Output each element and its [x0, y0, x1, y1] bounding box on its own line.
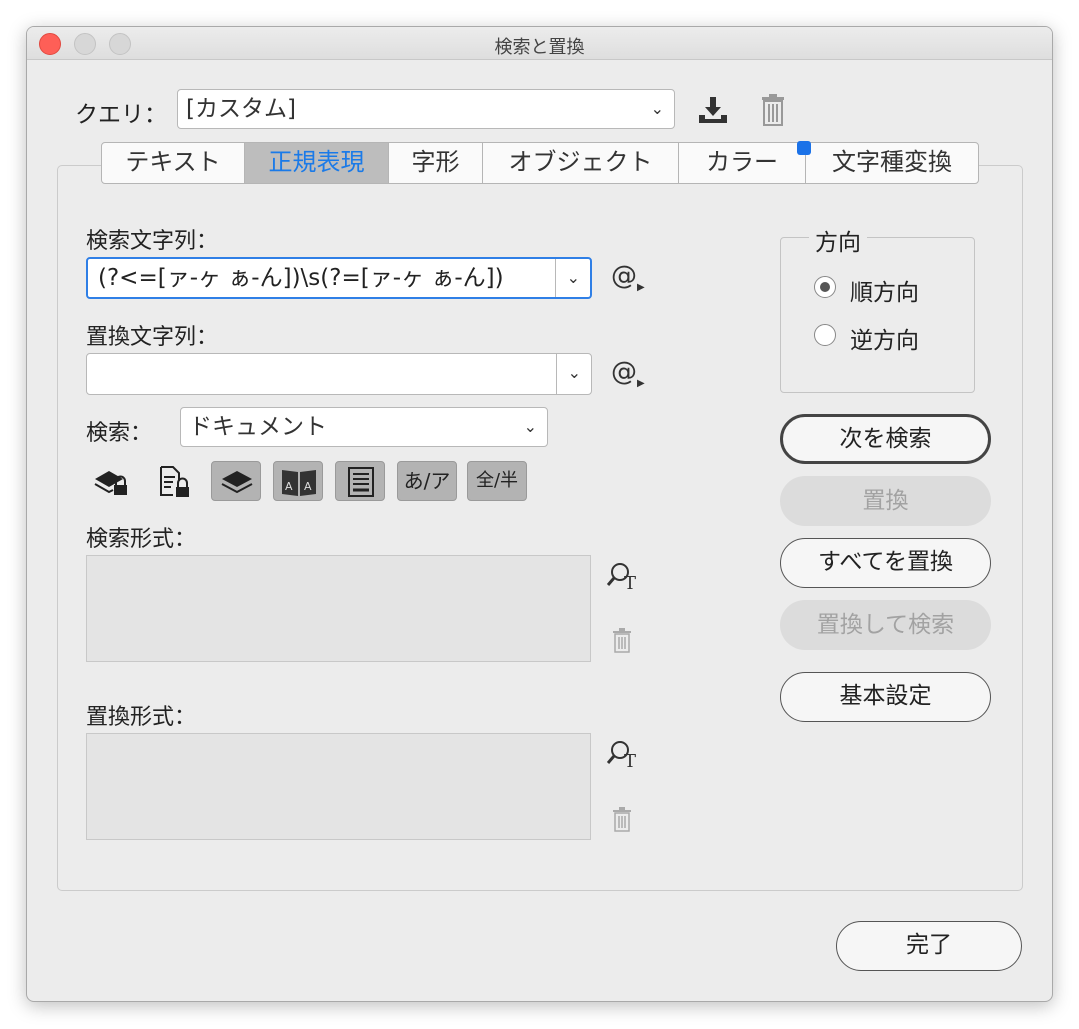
footnote-icon: [348, 467, 374, 497]
tab-glyph[interactable]: 字形: [389, 143, 483, 183]
svg-text:T: T: [624, 751, 636, 769]
find-format-box[interactable]: [86, 555, 591, 662]
special-characters-icon[interactable]: @▶: [611, 357, 645, 389]
change-format-label: 置換形式：: [86, 705, 197, 730]
tab-grep[interactable]: 正規表現: [245, 143, 389, 183]
change-find-button[interactable]: 置換して検索: [780, 600, 991, 650]
radio-backward-label[interactable]: 逆方向: [850, 321, 919, 355]
include-master-pages-button[interactable]: A A: [273, 461, 323, 501]
layers-icon: [221, 471, 253, 494]
delete-query-icon[interactable]: [760, 93, 786, 127]
window-title: 検索と置換: [494, 37, 585, 58]
chevron-down-icon[interactable]: ⌄: [567, 259, 580, 297]
find-what-value: (?<=[ァ-ヶ ぁ-ん])\s(?=[ァ-ヶ ぁ-ん]): [98, 265, 504, 291]
save-query-icon[interactable]: [695, 93, 731, 127]
change-format-box[interactable]: [86, 733, 591, 840]
find-next-button[interactable]: 次を検索: [780, 414, 991, 464]
tab-bar: テキスト 正規表現 字形 オブジェクト カラー 文字種変換: [101, 141, 979, 184]
radio-forward-label[interactable]: 順方向: [850, 273, 919, 307]
change-all-button[interactable]: すべてを置換: [780, 538, 991, 588]
search-scope-value: ドキュメント: [189, 414, 327, 440]
tab-object[interactable]: オブジェクト: [483, 143, 679, 183]
direction-legend: 方向: [809, 223, 867, 257]
change-label: 置換文字列：: [86, 325, 219, 350]
find-change-dialog: 検索と置換 クエリ： [カスタム] ⌄ テキスト 正規表現 字形 オブジェクト …: [26, 26, 1053, 1002]
query-value: [カスタム]: [186, 96, 296, 122]
svg-text:A: A: [304, 480, 312, 493]
tab-text[interactable]: テキスト: [102, 143, 245, 183]
clear-attributes-icon[interactable]: [612, 807, 632, 833]
search-label: 検索：: [86, 421, 153, 446]
query-select[interactable]: [カスタム] ⌄: [177, 89, 675, 129]
include-locked-stories-button[interactable]: [149, 461, 199, 501]
width-sensitive-icon: 全/半: [475, 470, 519, 491]
specify-attributes-icon[interactable]: T: [607, 561, 641, 591]
chevron-down-icon: ⌄: [650, 99, 664, 118]
chevron-down-icon: ⌄: [523, 417, 537, 436]
query-label: クエリ：: [75, 102, 167, 128]
change-button[interactable]: 置換: [780, 476, 991, 526]
kana-sensitive-button[interactable]: あ/ア: [397, 461, 457, 501]
include-hidden-layers-button[interactable]: [211, 461, 261, 501]
clear-attributes-icon[interactable]: [612, 628, 632, 654]
find-label: 検索文字列：: [86, 229, 219, 254]
master-pages-icon: A A: [282, 470, 316, 496]
kana-sensitive-icon: あ/ア: [403, 469, 451, 493]
find-what-input[interactable]: (?<=[ァ-ヶ ぁ-ん])\s(?=[ァ-ヶ ぁ-ん]) ⌄: [86, 257, 592, 299]
title-bar[interactable]: 検索と置換: [27, 27, 1052, 60]
divider: [556, 354, 557, 394]
special-characters-icon[interactable]: @▶: [611, 261, 645, 293]
divider: [555, 259, 556, 297]
include-footnotes-button[interactable]: [335, 461, 385, 501]
radio-backward[interactable]: [814, 324, 836, 346]
find-format-label: 検索形式：: [86, 527, 197, 552]
include-locked-layers-button[interactable]: [87, 461, 137, 501]
tab-color[interactable]: カラー: [679, 141, 811, 183]
specify-attributes-icon[interactable]: T: [607, 739, 641, 769]
done-button[interactable]: 完了: [836, 921, 1022, 971]
svg-text:A: A: [285, 480, 293, 493]
search-scope-select[interactable]: ドキュメント ⌄: [180, 407, 548, 447]
change-to-input[interactable]: ⌄: [86, 353, 592, 395]
radio-forward[interactable]: [814, 276, 836, 298]
chevron-down-icon[interactable]: ⌄: [568, 354, 581, 392]
fewer-options-button[interactable]: 基本設定: [780, 672, 991, 722]
direction-group: [780, 237, 975, 393]
tab-color-label: カラー: [706, 148, 778, 176]
svg-text:T: T: [624, 573, 636, 591]
width-sensitive-button[interactable]: 全/半: [467, 461, 527, 501]
tab-transliterate[interactable]: 文字種変換: [806, 143, 978, 183]
layers-lock-icon: [94, 471, 127, 495]
locked-story-icon: [160, 466, 189, 497]
